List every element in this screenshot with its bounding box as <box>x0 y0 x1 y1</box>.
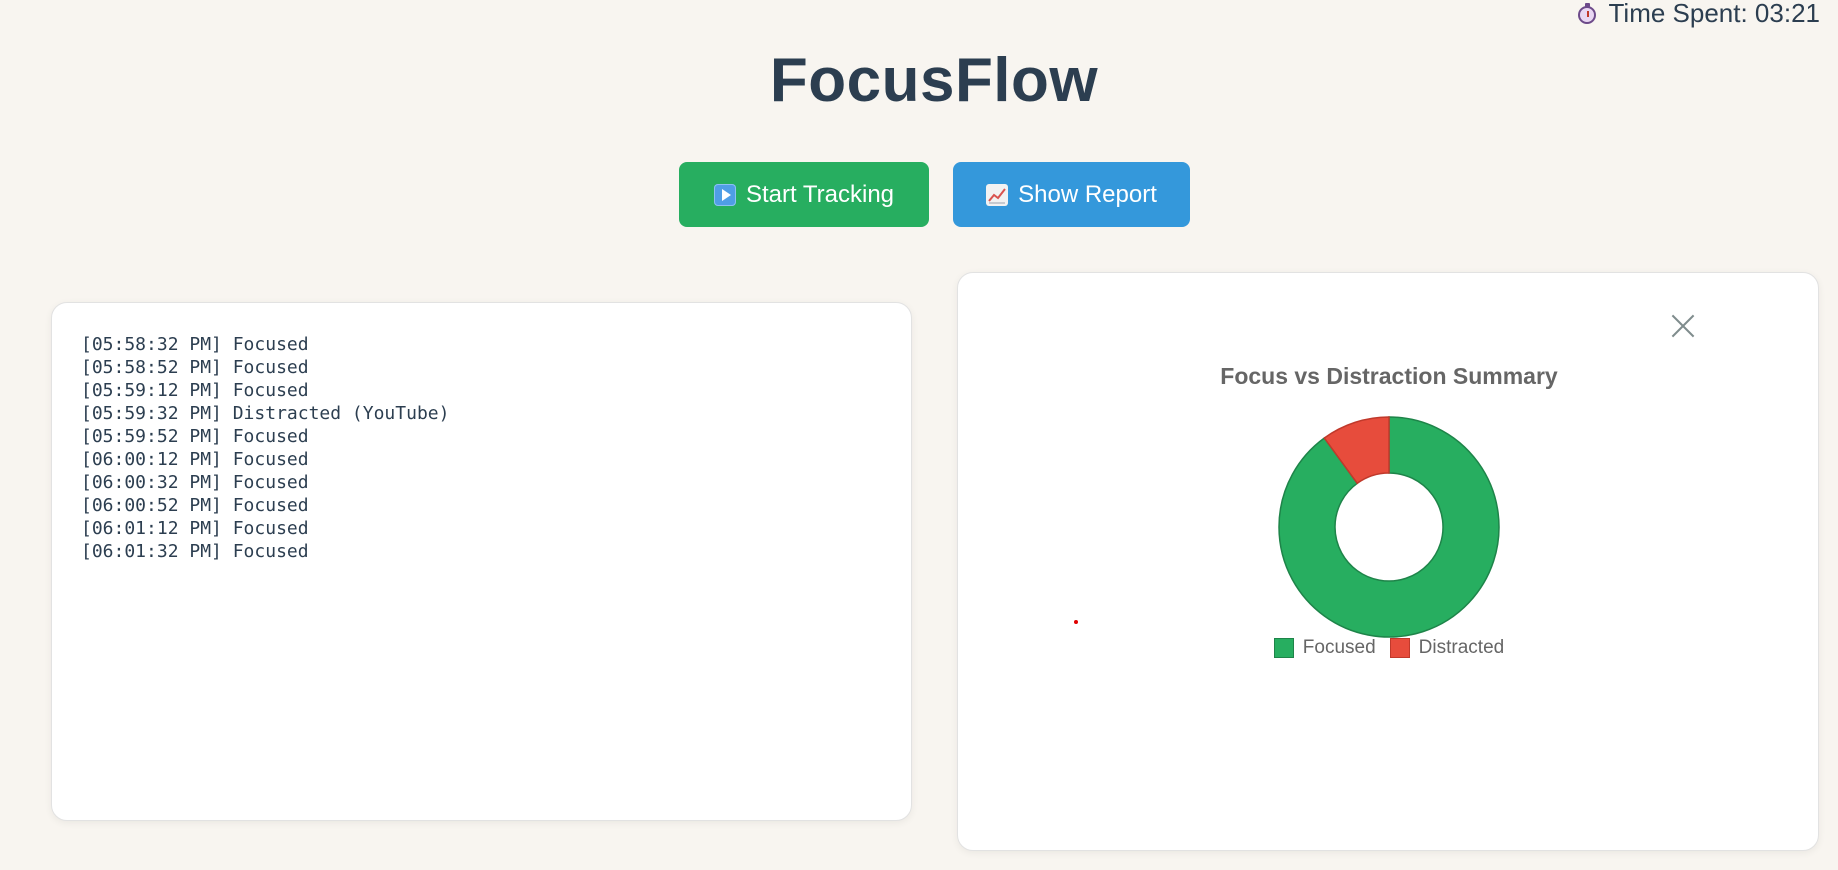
legend-swatch-distracted <box>1389 638 1410 658</box>
start-tracking-label: Start Tracking <box>745 180 895 208</box>
log-entry: [06:00:12 PM] Focused <box>81 449 309 470</box>
log-entry: [06:00:52 PM] Focused <box>81 495 309 516</box>
activity-log-panel: [05:58:32 PM] Focused [05:58:52 PM] Focus… <box>51 302 912 821</box>
legend-label-focused: Focused <box>1302 637 1376 658</box>
log-entry: [05:59:52 PM] Focused <box>81 426 309 447</box>
report-panel: Focus vs Distraction Summary Focused Dis… <box>957 272 1819 851</box>
log-entry: [06:01:12 PM] Focused <box>81 518 309 539</box>
cursor-dot <box>1074 620 1078 624</box>
start-tracking-button[interactable]: Start Tracking <box>679 162 929 227</box>
legend-swatch-focused <box>1273 638 1294 658</box>
legend-item-distracted[interactable]: Distracted <box>1389 637 1505 659</box>
show-report-label: Show Report <box>1018 180 1157 208</box>
chart-increasing-icon <box>986 183 1009 206</box>
log-entry: [05:59:12 PM] Focused <box>81 380 309 401</box>
show-report-button[interactable]: Show Report <box>953 162 1190 227</box>
close-icon[interactable] <box>1668 311 1698 341</box>
log-entry: [05:59:32 PM] Distracted (YouTube) <box>81 403 450 424</box>
page-title: FocusFlow <box>769 46 1099 115</box>
log-entry: [05:58:32 PM] Focused <box>81 334 309 355</box>
legend-label-distracted: Distracted <box>1418 637 1505 658</box>
time-spent-text: Time Spent: 03:21 <box>1608 0 1821 28</box>
log-entry: [05:58:52 PM] Focused <box>81 357 309 378</box>
activity-log-list: [05:58:32 PM] Focused [05:58:52 PM] Focus… <box>81 333 882 563</box>
donut-chart <box>1278 416 1500 638</box>
log-entry: [06:00:32 PM] Focused <box>81 472 309 493</box>
log-entry: [06:01:32 PM] Focused <box>81 541 309 562</box>
stopwatch-icon <box>1577 2 1599 25</box>
chart-title: Focus vs Distraction Summary <box>1220 363 1558 389</box>
time-spent-indicator: Time Spent: 03:21 <box>1577 0 1821 29</box>
play-button-icon <box>713 183 736 206</box>
legend-item-focused[interactable]: Focused <box>1273 637 1376 659</box>
chart-legend: Focused Distracted <box>958 637 1820 659</box>
